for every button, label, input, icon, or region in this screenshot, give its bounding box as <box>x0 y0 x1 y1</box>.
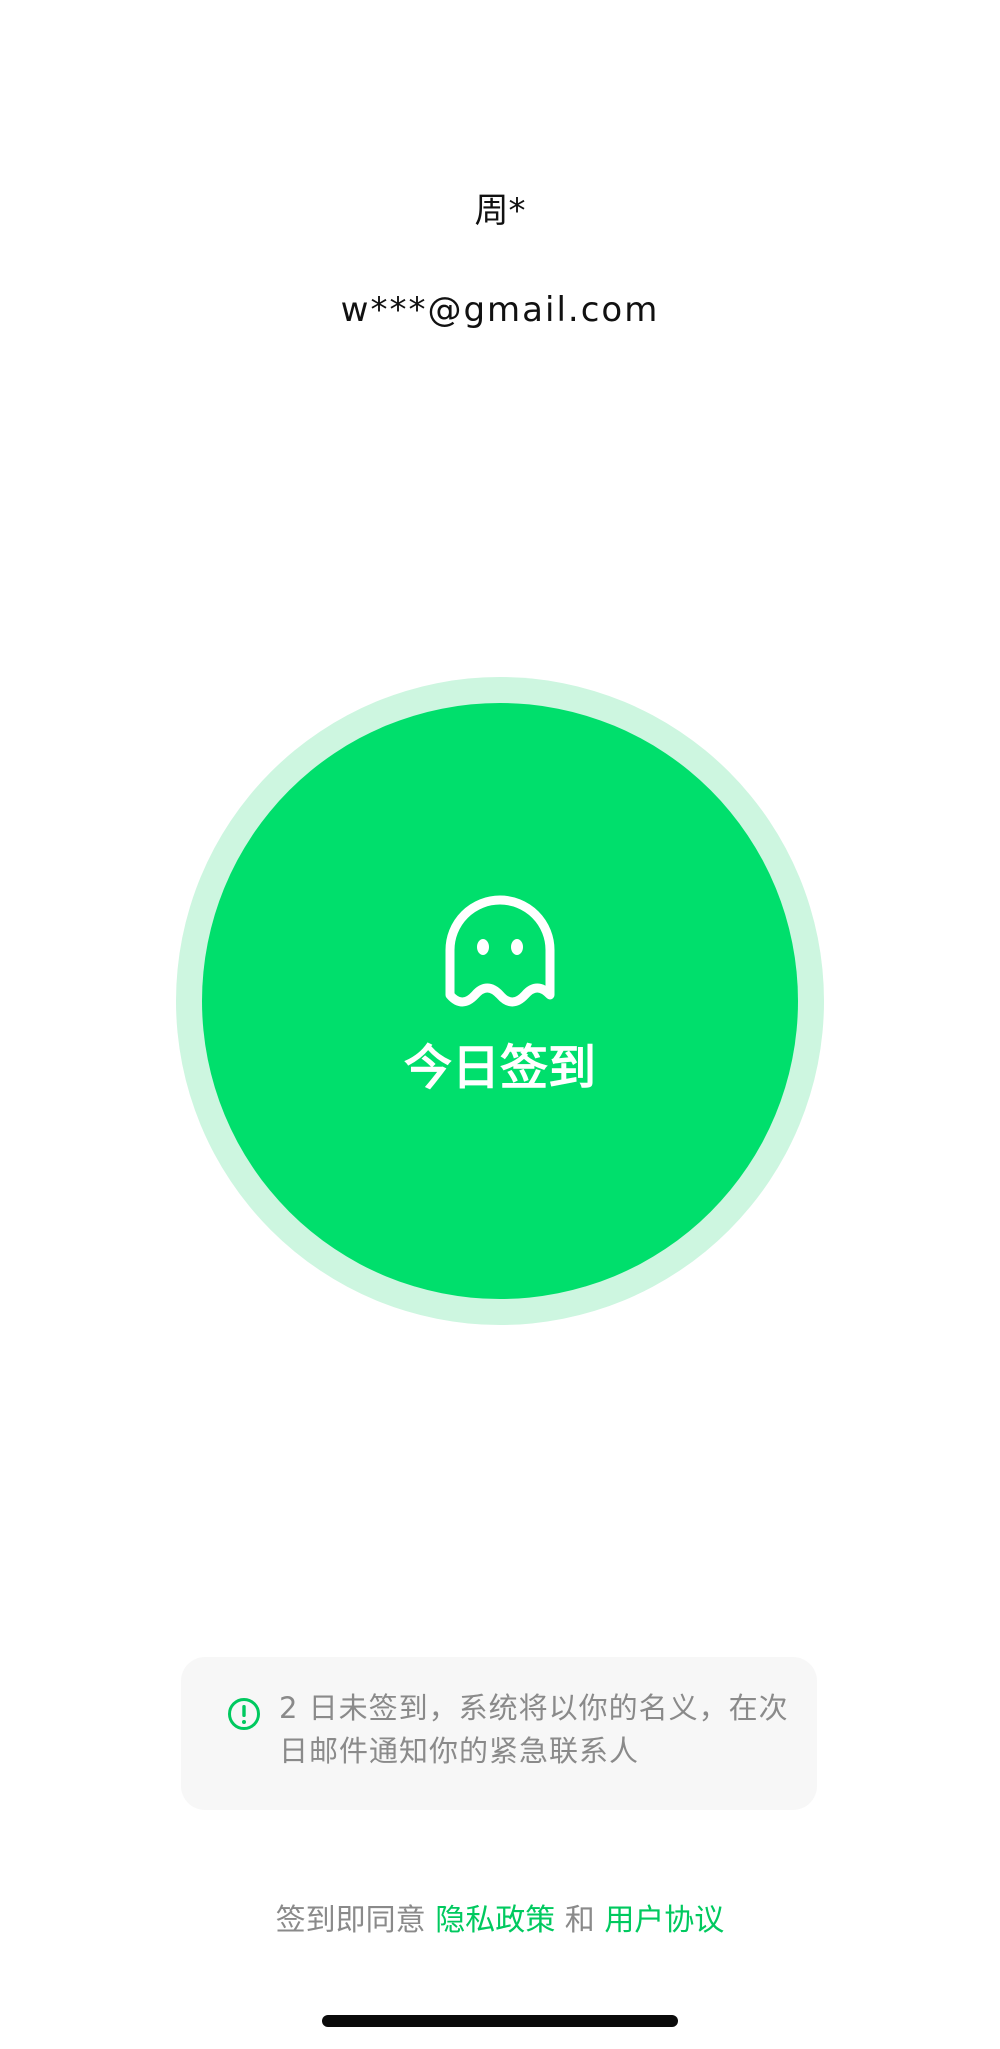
privacy-policy-link[interactable]: 隐私政策 <box>435 1903 555 1938</box>
checkin-label: 今日签到 <box>403 1042 596 1095</box>
agreement-text: 签到即同意 隐私政策 和 用户协议 <box>0 1896 1000 1946</box>
agreement-prefix: 签到即同意 <box>275 1903 426 1938</box>
checkin-button[interactable]: 今日签到 <box>202 703 798 1299</box>
exclamation-circle-icon <box>228 1698 260 1730</box>
agreement-conjunction: 和 <box>564 1903 595 1938</box>
notice-text: 2 日未签到，系统将以你的名义，在次日邮件通知你的紧急联系人 <box>279 1691 789 1768</box>
notice-card: 2 日未签到，系统将以你的名义，在次日邮件通知你的紧急联系人 <box>181 1657 817 1810</box>
home-indicator[interactable] <box>322 2015 678 2027</box>
ghost-icon <box>445 895 555 1007</box>
user-agreement-link[interactable]: 用户协议 <box>604 1903 724 1938</box>
user-name: 周* <box>474 191 526 231</box>
user-email: w***@gmail.com <box>340 290 660 330</box>
